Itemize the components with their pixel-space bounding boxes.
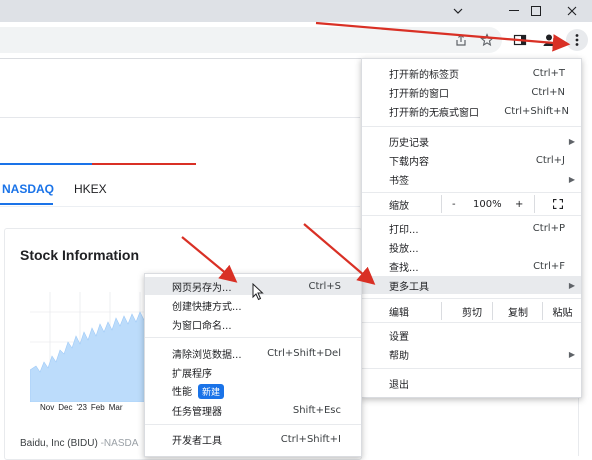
annotation-arrow-to-save-page bbox=[181, 236, 238, 283]
annotation-arrow-to-more-tools bbox=[303, 223, 376, 285]
annotation-arrow-to-menu-button bbox=[315, 21, 571, 52]
annotation-arrows bbox=[181, 21, 571, 285]
